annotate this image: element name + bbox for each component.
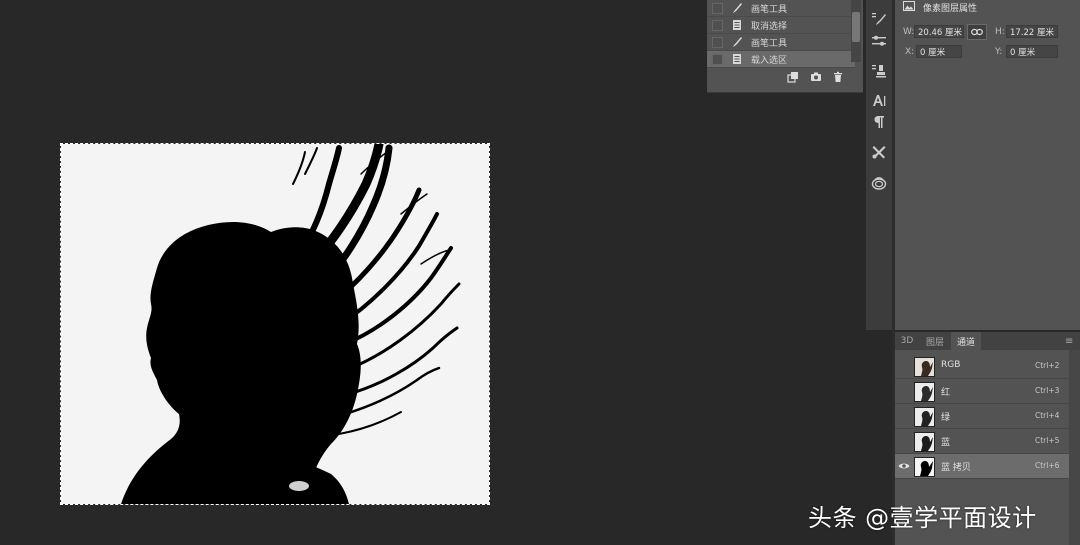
pixel-layer-icon: [903, 0, 915, 14]
eye-icon: [898, 463, 910, 469]
history-bottom-bar: [707, 68, 855, 86]
channel-shortcut: Ctrl+6: [1035, 461, 1060, 470]
height-label: H:: [995, 27, 1005, 37]
channel-name: 蓝: [941, 438, 951, 448]
properties-title: 像素图层属性: [923, 3, 978, 14]
width-label: W:: [903, 27, 915, 37]
history-scrollbar[interactable]: [851, 0, 861, 62]
paragraph-icon[interactable]: [870, 113, 888, 131]
history-item-label: 画笔工具: [751, 4, 788, 15]
history-item[interactable]: 画笔工具: [707, 0, 855, 17]
channel-thumbnail: [914, 432, 935, 452]
brush-icon: [731, 36, 743, 48]
x-position-field[interactable]: 0 厘米: [916, 45, 962, 58]
history-item[interactable]: 取消选择: [707, 17, 855, 34]
panel-menu-icon[interactable]: ≡: [1065, 336, 1073, 347]
document-icon: [731, 53, 743, 65]
channel-row-blue-copy[interactable]: 蓝 拷贝 Ctrl+6: [895, 454, 1069, 479]
channel-row-green[interactable]: 绿 Ctrl+4: [895, 404, 1069, 429]
x-label: X:: [905, 47, 915, 57]
document-canvas[interactable]: [60, 143, 490, 505]
channel-thumbnail: [914, 357, 935, 377]
channel-name: RGB: [941, 360, 961, 370]
chain-link-icon: [971, 28, 983, 36]
visibility-toggle[interactable]: [898, 385, 910, 397]
tools-icon[interactable]: [870, 143, 888, 161]
history-snapshot-checkbox[interactable]: [712, 2, 723, 14]
history-snapshot-checkbox[interactable]: [712, 19, 723, 31]
history-item-label: 载入选区: [751, 55, 788, 66]
visibility-toggle[interactable]: [898, 435, 910, 447]
channel-name: 绿: [941, 413, 951, 423]
channel-row-red[interactable]: 红 Ctrl+3: [895, 379, 1069, 404]
channel-name: 红: [941, 388, 951, 398]
channel-shortcut: Ctrl+3: [1035, 386, 1060, 395]
y-position-field[interactable]: 0 厘米: [1006, 45, 1058, 58]
height-field[interactable]: 17.22 厘米: [1006, 25, 1058, 38]
channel-shortcut: Ctrl+4: [1035, 411, 1060, 420]
channel-thumbnail: [914, 457, 935, 477]
channel-thumbnail: [914, 382, 935, 402]
channel-row-blue[interactable]: 蓝 Ctrl+5: [895, 429, 1069, 454]
clone-source-icon[interactable]: [870, 62, 888, 80]
history-snapshot-checkbox[interactable]: [712, 53, 723, 65]
channel-silhouette-image: [121, 144, 461, 504]
channel-row-rgb[interactable]: RGB Ctrl+2: [895, 354, 1069, 379]
trash-icon[interactable]: [832, 71, 844, 83]
visibility-toggle[interactable]: [898, 410, 910, 422]
document-icon: [731, 19, 743, 31]
channel-shortcut: Ctrl+2: [1035, 361, 1060, 370]
panel-icon-strip: [866, 0, 892, 330]
channels-scrollbar[interactable]: [1069, 350, 1080, 545]
history-item-current[interactable]: 载入选区: [707, 51, 855, 68]
channel-name: 蓝 拷贝: [941, 463, 971, 473]
link-dimensions-button[interactable]: [967, 24, 987, 40]
libraries-icon[interactable]: [870, 174, 888, 192]
history-item[interactable]: 画笔工具: [707, 34, 855, 51]
brush-icon: [731, 2, 743, 14]
properties-panel: 像素图层属性 W: 20.46 厘米 H: 17.22 厘米 X: 0 厘米 Y…: [895, 0, 1080, 330]
tab-layers[interactable]: 图层: [922, 332, 948, 350]
properties-header: 像素图层属性: [903, 0, 977, 14]
y-label: Y:: [995, 47, 1003, 57]
width-field[interactable]: 20.46 厘米: [914, 25, 964, 38]
brush-settings-icon[interactable]: [870, 10, 888, 28]
panel-tab-bar: 3D 图层 通道 ≡: [895, 332, 1080, 350]
history-item-label: 取消选择: [751, 21, 788, 32]
visibility-toggle[interactable]: [898, 360, 910, 372]
channel-thumbnail: [914, 407, 935, 427]
channel-shortcut: Ctrl+5: [1035, 436, 1060, 445]
history-snapshot-checkbox[interactable]: [712, 36, 723, 48]
new-document-from-state-icon[interactable]: [787, 71, 799, 83]
tab-3d[interactable]: 3D: [895, 332, 919, 350]
history-item-label: 画笔工具: [751, 38, 788, 49]
watermark-text: 头条 @壹学平面设计: [808, 504, 1037, 532]
adjustments-icon[interactable]: [870, 32, 888, 50]
visibility-toggle[interactable]: [898, 460, 910, 472]
tab-channels[interactable]: 通道: [951, 332, 981, 350]
history-scrollbar-thumb[interactable]: [852, 12, 860, 42]
character-icon[interactable]: [870, 92, 888, 110]
camera-icon[interactable]: [810, 71, 822, 83]
